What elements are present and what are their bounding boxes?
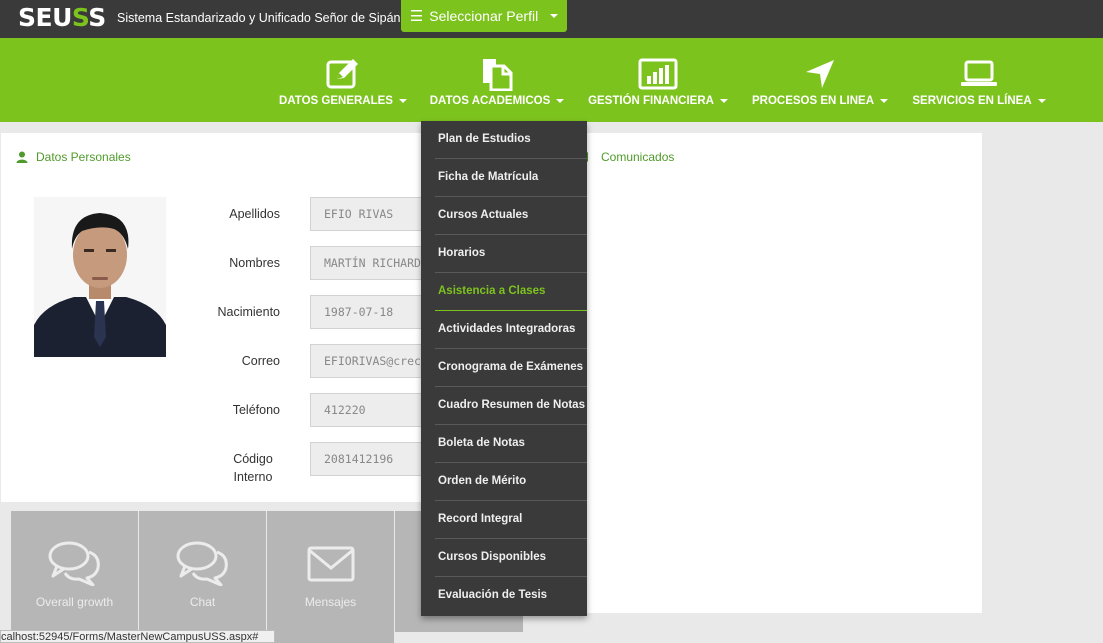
nav-label: SERVICIOS EN LÍNEA	[912, 95, 1032, 107]
tile-overall-growth[interactable]: Overall growth	[11, 511, 138, 643]
hamburger-icon: ☰	[409, 8, 424, 25]
birthdate-field[interactable]: 1987-07-18	[310, 295, 428, 329]
menu-item-cronograma-de-examenes[interactable]: Cronograma de Exámenes	[435, 349, 587, 387]
browser-status-bar: calhost:52945/Forms/MasterNewCampusUSS.a…	[0, 630, 275, 643]
caret-down-icon	[1037, 98, 1046, 103]
nav-datos-academicos[interactable]: DATOS ACADEMICOS	[429, 38, 565, 122]
caret-down-icon	[556, 98, 565, 103]
tile-label: Mensajes	[304, 595, 357, 609]
brand-logo[interactable]: SEUSS	[18, 3, 106, 32]
tile-chat[interactable]: Chat	[139, 511, 266, 643]
menu-item-boleta-de-notas[interactable]: Boleta de Notas	[435, 425, 587, 463]
menu-item-asistencia-a-clases[interactable]: Asistencia a Clases	[435, 273, 587, 311]
announcements-title-text: Comunicados	[601, 150, 675, 164]
menu-item-cuadro-resumen-de-notas[interactable]: Cuadro Resumen de Notas	[435, 387, 587, 425]
surname-field[interactable]: EFIO RIVAS	[310, 197, 428, 231]
personal-data-title: Datos Personales	[16, 150, 131, 164]
menu-item-horarios[interactable]: Horarios	[435, 235, 587, 273]
nav-label: DATOS GENERALES	[279, 95, 393, 107]
tile-label: Overall growth	[35, 595, 114, 609]
nav-procesos-en-linea[interactable]: PROCESOS EN LINEA	[751, 38, 889, 122]
chat-bubbles-icon	[47, 539, 103, 587]
menu-item-record-integral[interactable]: Record Integral	[435, 501, 587, 539]
internal-code-field[interactable]: 2081412196	[310, 442, 428, 476]
main-nav: DATOS GENERALES DATOS ACADEMICOS GESTIÓN…	[0, 38, 1103, 122]
menu-item-ficha-de-matricula[interactable]: Ficha de Matrícula	[435, 159, 587, 197]
personal-data-title-text: Datos Personales	[36, 150, 131, 164]
names-field[interactable]: MARTÍN RICHARD	[310, 246, 428, 280]
bar-chart-icon	[638, 58, 678, 90]
nav-label: PROCESOS EN LINEA	[751, 95, 875, 107]
field-label: Código Interno	[233, 452, 273, 484]
brand-subtitle: Sistema Estandarizado y Unificado Señor …	[117, 11, 401, 25]
announcements-title: Comunicados	[581, 150, 674, 164]
menu-item-plan-de-estudios[interactable]: Plan de Estudios	[435, 121, 587, 159]
caret-down-icon	[550, 14, 559, 18]
academic-dropdown-menu: Plan de Estudios Ficha de Matrícula Curs…	[421, 121, 587, 616]
personal-data-panel: Datos Personales Apellidos EFIO RIVAS No…	[1, 133, 428, 502]
nav-label: GESTIÓN FINANCIERA	[588, 95, 714, 107]
phone-field[interactable]: 412220	[310, 393, 428, 427]
laptop-icon	[960, 58, 998, 90]
select-profile-button[interactable]: ☰ Seleccionar Perfil	[401, 0, 567, 32]
nav-datos-generales[interactable]: DATOS GENERALES	[279, 38, 407, 122]
email-field[interactable]: EFIORIVAS@crece	[310, 344, 428, 378]
announcements-panel: Comunicados	[567, 133, 982, 613]
menu-item-cursos-disponibles[interactable]: Cursos Disponibles	[435, 539, 587, 577]
user-icon	[16, 151, 28, 163]
menu-item-actividades-integradoras[interactable]: Actividades Integradoras	[435, 311, 587, 349]
field-label: Nacimiento	[217, 305, 280, 319]
menu-item-evaluacion-de-tesis[interactable]: Evaluación de Tesis	[435, 577, 587, 615]
nav-servicios-en-linea[interactable]: SERVICIOS EN LÍNEA	[912, 38, 1046, 122]
menu-item-cursos-actuales[interactable]: Cursos Actuales	[435, 197, 587, 235]
tile-mensajes[interactable]: Mensajes	[267, 511, 394, 643]
nav-label: DATOS ACADEMICOS	[429, 95, 551, 107]
tile-label: Chat	[189, 595, 216, 609]
documents-icon	[480, 58, 514, 91]
top-bar: SEUSS Sistema Estandarizado y Unificado …	[0, 0, 1103, 38]
caret-down-icon	[880, 98, 889, 103]
caret-down-icon	[398, 98, 407, 103]
select-profile-label: Seleccionar Perfil	[429, 8, 539, 24]
caret-down-icon	[719, 98, 728, 103]
field-label: Correo	[241, 354, 280, 368]
menu-item-orden-de-merito[interactable]: Orden de Mérito	[435, 463, 587, 501]
location-arrow-icon	[804, 58, 836, 90]
envelope-icon	[306, 539, 356, 587]
field-label: Nombres	[229, 256, 280, 270]
field-label: Apellidos	[229, 207, 280, 221]
field-label: Teléfono	[232, 403, 280, 417]
chat-bubbles-icon	[175, 539, 231, 587]
edit-icon	[325, 58, 361, 90]
nav-gestion-financiera[interactable]: GESTIÓN FINANCIERA	[588, 38, 728, 122]
